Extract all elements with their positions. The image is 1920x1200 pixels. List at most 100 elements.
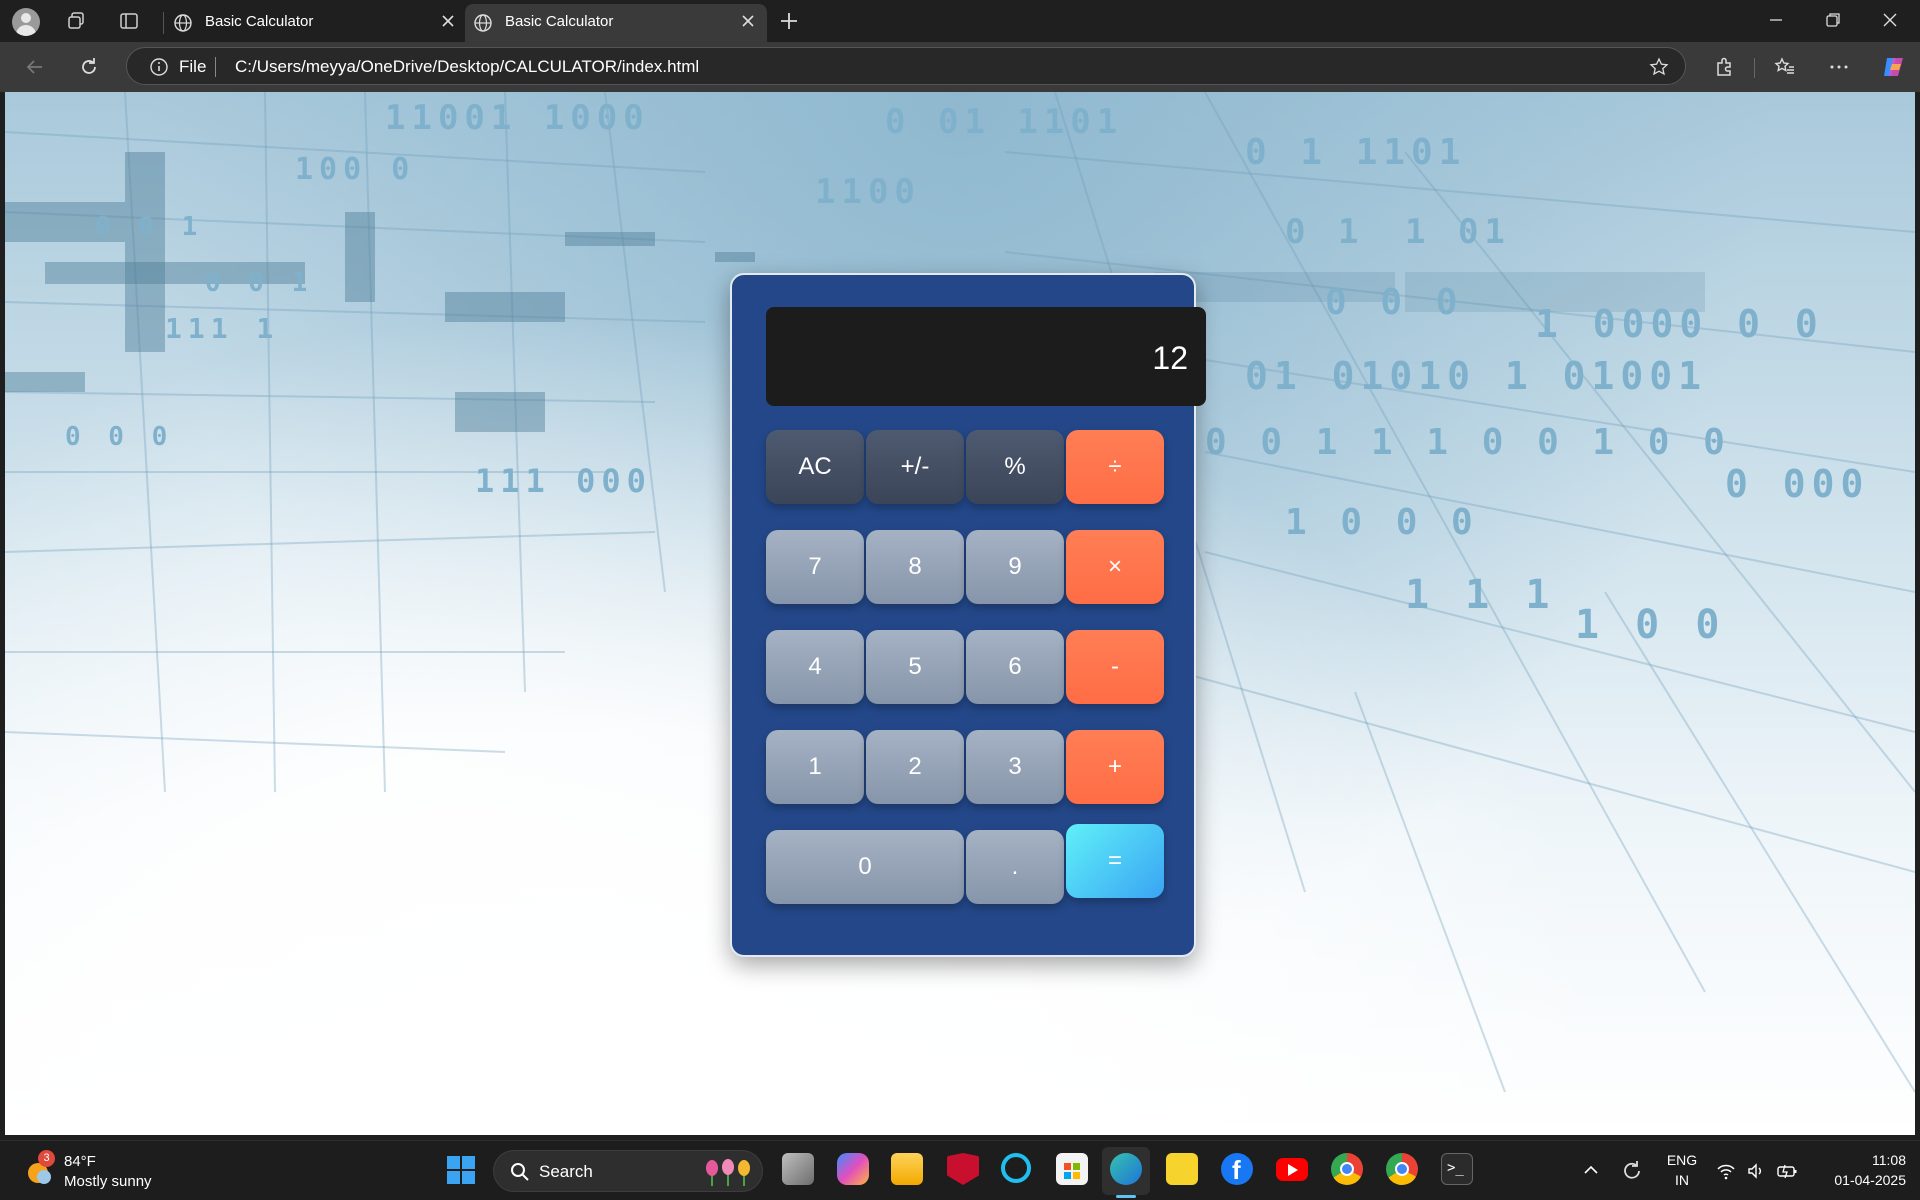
copilot-icon[interactable] (1881, 54, 1907, 80)
language-line2[interactable]: IN (1665, 1171, 1699, 1190)
percent-button[interactable]: % (966, 430, 1064, 504)
mcafee-icon[interactable] (947, 1153, 979, 1185)
digit-4-button[interactable]: 4 (766, 630, 864, 704)
close-tab-icon[interactable] (439, 12, 457, 30)
ac-button[interactable]: AC (766, 430, 864, 504)
binary-text: 0 0 0 (1325, 282, 1464, 323)
wifi-icon[interactable] (1716, 1161, 1736, 1181)
chrome-icon[interactable] (1331, 1153, 1363, 1185)
search-icon (511, 1163, 529, 1181)
add-button[interactable]: + (1066, 730, 1164, 804)
tab-basic-calculator-2[interactable]: Basic Calculator (465, 4, 767, 42)
multiply-button[interactable]: × (1066, 530, 1164, 604)
binary-text: 0 0 0 (65, 422, 174, 452)
calculator-display: 12 (766, 307, 1206, 406)
workspaces-icon[interactable] (66, 11, 86, 31)
tab-title: Basic Calculator (505, 13, 614, 30)
page-viewport: 11001 1000 100 0 0 0 1 1100 0 01 1101 0 … (5, 92, 1915, 1135)
extensions-icon[interactable] (1713, 56, 1735, 78)
binary-text: 1 1 1 (1405, 572, 1556, 618)
tab-basic-calculator-1[interactable]: Basic Calculator (165, 4, 467, 42)
sticky-notes-icon[interactable] (1166, 1153, 1198, 1185)
tulips-icon (706, 1159, 750, 1186)
address-bar[interactable]: File C:/Users/meyya/OneDrive/Desktop/CAL… (126, 47, 1686, 85)
binary-text: 1100 (815, 172, 921, 212)
minimize-icon[interactable] (1766, 10, 1786, 30)
language-line1[interactable]: ENG (1665, 1151, 1699, 1170)
digit-6-button[interactable]: 6 (966, 630, 1064, 704)
url-text[interactable]: C:/Users/meyya/OneDrive/Desktop/CALCULAT… (235, 57, 699, 77)
binary-text: 1 0 0 (1575, 602, 1726, 648)
subtract-button[interactable]: - (1066, 630, 1164, 704)
calculator: 12 AC +/- % ÷ 7 8 9 × 4 5 6 - 1 2 3 + 0 … (730, 273, 1206, 957)
digit-2-button[interactable]: 2 (866, 730, 964, 804)
binary-text: 0 01 1101 (885, 102, 1124, 142)
info-icon[interactable] (149, 57, 169, 77)
binary-text: 0 0 1 1 1 0 0 1 0 0 (1205, 422, 1731, 463)
toolbar-separator (1754, 58, 1755, 78)
start-windows-icon[interactable] (446, 1155, 476, 1185)
digit-5-button[interactable]: 5 (866, 630, 964, 704)
close-tab-icon[interactable] (739, 12, 757, 30)
edge-icon[interactable] (1110, 1153, 1142, 1185)
tab-strip: Basic Calculator Basic Calculator (0, 0, 1920, 42)
binary-text: 11001 1000 (385, 98, 650, 138)
binary-text: 0 1 (1285, 212, 1365, 252)
copilot-icon[interactable] (837, 1153, 869, 1185)
more-options-icon[interactable] (1828, 56, 1850, 78)
chrome-profile-icon[interactable] (1386, 1153, 1418, 1185)
refresh-icon[interactable] (78, 56, 100, 78)
restore-icon[interactable] (1823, 10, 1843, 30)
tab-separator (163, 12, 164, 34)
digit-7-button[interactable]: 7 (766, 530, 864, 604)
taskbar-search[interactable]: Search (493, 1150, 763, 1192)
weather-badge: 3 (38, 1150, 55, 1167)
scheme-label: File (179, 57, 207, 76)
sign-toggle-button[interactable]: +/- (866, 430, 964, 504)
cortana-icon[interactable] (1001, 1153, 1031, 1183)
new-tab-icon[interactable] (777, 9, 801, 33)
search-label: Search (539, 1162, 593, 1181)
globe-icon (174, 14, 192, 32)
tab-title: Basic Calculator (205, 13, 314, 30)
battery-icon[interactable] (1776, 1161, 1798, 1181)
favorites-icon[interactable] (1774, 56, 1796, 78)
equals-button[interactable]: = (1066, 824, 1164, 898)
binary-text: 0 0 1 (95, 212, 204, 242)
microsoft-store-icon[interactable] (1056, 1153, 1088, 1185)
digit-8-button[interactable]: 8 (866, 530, 964, 604)
clock-date[interactable]: 01-04-2025 (1800, 1171, 1906, 1190)
volume-icon[interactable] (1746, 1161, 1766, 1181)
binary-text: 100 0 (295, 152, 416, 187)
active-indicator (1116, 1195, 1136, 1198)
binary-text: 01 01010 1 01001 (1245, 354, 1708, 398)
youtube-icon[interactable] (1276, 1158, 1308, 1181)
facebook-icon[interactable]: f (1221, 1153, 1253, 1185)
task-view-icon[interactable] (782, 1153, 814, 1185)
divide-button[interactable]: ÷ (1066, 430, 1164, 504)
clock-time[interactable]: 11:08 (1848, 1151, 1906, 1170)
file-explorer-icon[interactable] (891, 1153, 923, 1185)
address-separator (215, 57, 216, 77)
browser-toolbar: File C:/Users/meyya/OneDrive/Desktop/CAL… (0, 42, 1920, 92)
binary-text: 1 0000 0 0 (1535, 302, 1824, 346)
vertical-tabs-icon[interactable] (119, 11, 139, 31)
decimal-button[interactable]: . (966, 830, 1064, 904)
binary-text: 111 1 (165, 312, 280, 345)
globe-icon (474, 14, 492, 32)
weather-widget[interactable]: 3 84°F Mostly sunny (22, 1149, 162, 1193)
chevron-up-icon[interactable] (1582, 1161, 1600, 1179)
favorite-star-icon[interactable] (1649, 57, 1669, 77)
profile-avatar[interactable] (12, 8, 40, 36)
digit-3-button[interactable]: 3 (966, 730, 1064, 804)
sync-icon[interactable] (1620, 1159, 1644, 1183)
back-icon[interactable] (24, 56, 46, 78)
binary-text: 1 01 (1405, 212, 1511, 252)
close-window-icon[interactable] (1880, 10, 1900, 30)
digit-9-button[interactable]: 9 (966, 530, 1064, 604)
taskbar: 3 84°F Mostly sunny Search f >_ ENG IN 1… (0, 1140, 1920, 1200)
binary-text: 0 000 (1725, 462, 1870, 506)
digit-1-button[interactable]: 1 (766, 730, 864, 804)
digit-0-button[interactable]: 0 (766, 830, 964, 904)
terminal-icon[interactable]: >_ (1441, 1153, 1473, 1185)
